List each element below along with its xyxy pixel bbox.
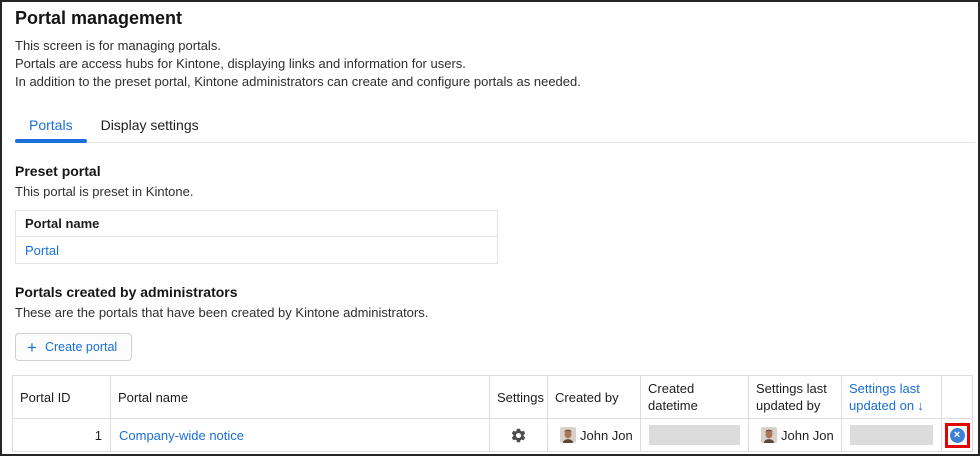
portal-name-link[interactable]: Company-wide notice [119,428,244,443]
create-portal-button-label: Create portal [45,340,117,354]
col-created-datetime: Created datetime [641,376,749,419]
page-description-line: This screen is for managing portals. [15,37,965,55]
settings-gear-icon[interactable] [510,427,527,444]
settings-last-updated-by-name: John Jones [781,428,833,443]
tab-portals[interactable]: Portals [15,111,87,142]
sort-by-updated-on-link[interactable]: Settings last updated on↓ [849,381,924,413]
redacted-datetime-block [850,425,933,445]
page-title: Portal management [15,8,965,29]
preset-portal-name-cell: Portal [16,237,498,264]
col-created-by: Created by [548,376,641,419]
portal-management-screen: Portal management This screen is for man… [0,0,980,456]
sort-descending-icon: ↓ [917,398,924,413]
admin-portals-heading: Portals created by administrators [15,284,965,300]
table-header-row: Portal name [16,211,498,237]
page-description-line: In addition to the preset portal, Kinton… [15,73,965,91]
portal-name-cell: Company-wide notice [111,419,490,452]
preset-portal-table: Portal name Portal [15,210,498,264]
delete-portal-icon[interactable]: × [950,428,965,443]
portal-id-cell: 1 [13,419,111,452]
settings-last-updated-by-cell: John Jones [749,419,842,452]
admin-portals-description: These are the portals that have been cre… [15,304,965,321]
delete-cell: × [942,419,973,452]
admin-portals-table: Portal ID Portal name Settings Created b… [12,375,973,452]
table-row: 1 Company-wide notice John Jones [13,419,973,452]
user-avatar [761,427,777,443]
col-portal-id: Portal ID [13,376,111,419]
col-portal-name: Portal name [111,376,490,419]
page-description: This screen is for managing portals. Por… [15,37,965,91]
table-row: Portal [16,237,498,264]
preset-portal-name-header: Portal name [16,211,498,237]
table-header-row: Portal ID Portal name Settings Created b… [13,376,973,419]
created-by-cell: John Jones [548,419,641,452]
settings-cell [490,419,548,452]
col-settings-last-updated-by: Settings last updated by [749,376,842,419]
tab-bar: Portals Display settings [15,111,975,143]
redacted-datetime-block [649,425,740,445]
settings-last-updated-on-cell [842,419,942,452]
preset-portal-description: This portal is preset in Kintone. [15,183,965,200]
user-avatar [560,427,576,443]
create-portal-button[interactable]: + Create portal [15,333,132,361]
plus-icon: + [27,341,37,354]
preset-portal-link[interactable]: Portal [25,243,59,258]
red-highlight-annotation: × [945,423,970,448]
col-settings: Settings [490,376,548,419]
col-actions [942,376,973,419]
col-settings-last-updated-on: Settings last updated on↓ [842,376,942,419]
page-description-line: Portals are access hubs for Kintone, dis… [15,55,965,73]
preset-portal-heading: Preset portal [15,163,965,179]
created-by-name: John Jones [580,428,632,443]
created-datetime-cell [641,419,749,452]
tab-display-settings[interactable]: Display settings [87,111,213,142]
